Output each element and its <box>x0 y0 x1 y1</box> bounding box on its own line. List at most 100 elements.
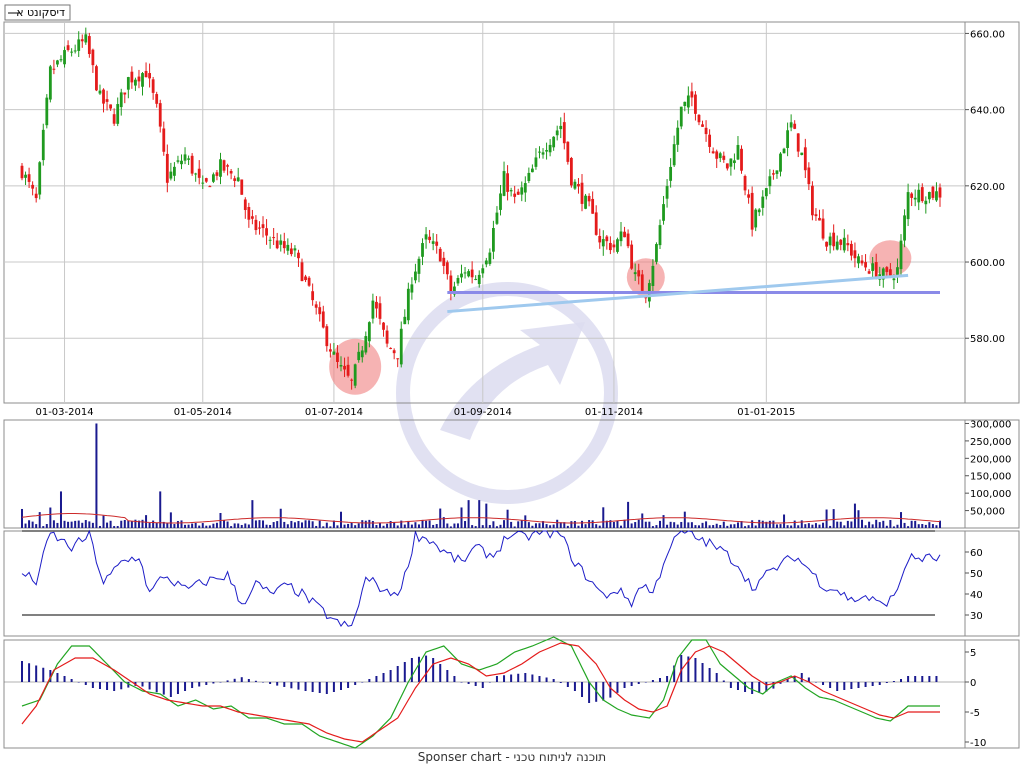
candle-body <box>382 322 385 330</box>
macd-histogram-bar <box>453 676 456 682</box>
candle-body <box>708 134 712 147</box>
macd-histogram-bar <box>233 678 236 682</box>
volume-bar <box>414 522 417 528</box>
volume-bar <box>318 520 321 528</box>
candle-body <box>811 185 814 216</box>
volume-bar <box>396 525 399 528</box>
candle-body <box>20 165 24 179</box>
candle-body <box>56 60 59 65</box>
macd-histogram-bar <box>474 682 477 686</box>
candle-body <box>350 379 354 381</box>
volume-bar <box>361 520 364 528</box>
macd-histogram-bar <box>198 682 201 687</box>
volume-bar <box>772 520 775 528</box>
candle-body <box>194 173 198 175</box>
candle-body <box>282 241 286 249</box>
volume-bar <box>651 526 654 528</box>
candle-body <box>623 231 626 238</box>
macd-histogram-bar <box>581 682 584 697</box>
volume-bar <box>538 523 541 528</box>
candle-body <box>392 350 396 354</box>
candle-body <box>481 268 485 274</box>
volume-bar <box>822 522 825 528</box>
macd-histogram-bar <box>148 682 151 690</box>
volume-bar <box>311 521 314 528</box>
macd-histogram-bar <box>517 673 520 682</box>
macd-histogram-bar <box>368 679 371 682</box>
legend-box[interactable]: דיסקונט א <box>4 4 71 21</box>
macd-histogram-bar <box>375 676 378 682</box>
candle-body <box>105 99 109 102</box>
volume-bar <box>722 521 725 528</box>
macd-histogram-bar <box>538 676 541 682</box>
candle-body <box>431 241 435 244</box>
macd-histogram-bar <box>843 682 846 690</box>
candle-body <box>250 216 254 219</box>
price-tick-label: 640.00 <box>970 106 1005 117</box>
volume-bar <box>38 512 41 528</box>
candle-body <box>499 193 502 210</box>
macd-histogram-bar <box>637 682 640 684</box>
candle-body <box>77 39 81 51</box>
macd-histogram-bar <box>325 682 328 694</box>
volume-bar <box>24 523 27 528</box>
macd-histogram-bar <box>91 682 94 688</box>
candle-body <box>846 243 850 246</box>
candle-body <box>169 171 173 179</box>
volume-bar <box>91 522 94 528</box>
candle-body <box>803 147 807 171</box>
macd-histogram-bar <box>658 678 661 682</box>
volume-bar <box>549 525 552 528</box>
candle-body <box>126 77 130 90</box>
macd-histogram-bar <box>169 682 172 697</box>
price-tick-label: 660.00 <box>970 29 1005 40</box>
volume-bar <box>910 520 913 528</box>
volume-bar <box>807 523 810 528</box>
macd-histogram-bar <box>503 675 506 682</box>
volume-bar <box>301 522 304 528</box>
volume-bar <box>775 524 778 528</box>
macd-histogram-bar <box>573 682 576 691</box>
candle-body <box>286 244 290 251</box>
volume-bar <box>783 514 786 528</box>
macd-histogram-bar <box>729 682 732 688</box>
volume-bar <box>793 520 796 528</box>
candle-body <box>935 191 938 201</box>
volume-bar <box>155 522 158 528</box>
candle-body <box>59 59 63 61</box>
volume-bar <box>31 521 34 528</box>
candle-body <box>676 127 680 145</box>
volume-bar <box>882 520 885 528</box>
volume-bar <box>478 500 481 528</box>
macd-histogram-bar <box>247 679 250 682</box>
volume-bar <box>212 523 215 528</box>
macd-histogram-bar <box>871 682 874 686</box>
volume-bar <box>552 524 555 528</box>
volume-bar <box>747 525 750 528</box>
macd-tick-label: -5 <box>970 708 980 719</box>
candle-body <box>279 240 283 245</box>
macd-histogram-bar <box>588 682 591 703</box>
volume-bar <box>116 526 119 528</box>
volume-bar <box>237 523 240 528</box>
volume-bar <box>708 525 711 528</box>
macd-histogram-bar <box>425 655 428 682</box>
volume-bar <box>598 525 601 528</box>
candle-body <box>513 193 517 197</box>
candle-body <box>332 351 336 355</box>
candle-body <box>45 97 49 126</box>
volume-bar <box>272 522 275 528</box>
candle-body <box>470 269 474 278</box>
candle-body <box>378 303 382 319</box>
candle-body <box>215 172 219 176</box>
macd-histogram-bar <box>240 677 243 682</box>
candle-body <box>594 212 598 235</box>
candle-body <box>343 365 346 370</box>
volume-bar <box>247 524 250 528</box>
volume-bar <box>620 525 623 528</box>
candle-body <box>66 45 70 50</box>
candle-body <box>842 237 846 251</box>
candle-body <box>272 237 276 239</box>
candle-body <box>740 148 743 171</box>
candle-body <box>786 130 789 149</box>
